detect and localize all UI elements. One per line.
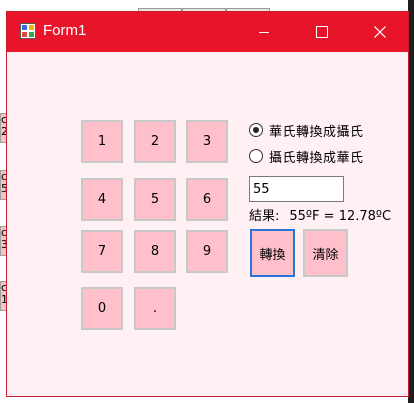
result-text: 結果: 55ºF = 12.78ºC [249, 205, 391, 224]
desktop-edge [408, 0, 414, 403]
maximize-button[interactable] [293, 12, 351, 52]
key-dot-button[interactable]: . [134, 287, 176, 330]
temperature-input[interactable] [249, 176, 344, 202]
key-2-button[interactable]: 2 [134, 120, 176, 163]
key-6-button[interactable]: 6 [186, 178, 228, 221]
key-5-button[interactable]: 5 [134, 178, 176, 221]
close-button[interactable] [351, 12, 409, 52]
key-8-button[interactable]: 8 [134, 230, 176, 273]
close-icon [374, 26, 386, 38]
radio-unchecked-icon [249, 149, 263, 163]
result-value: 55ºF = 12.78ºC [289, 209, 392, 224]
radio-f-to-c-label: 華氏轉換成攝氏 [269, 124, 364, 140]
convert-button[interactable]: 轉換 [250, 229, 295, 277]
key-7-button[interactable]: 7 [81, 230, 123, 273]
radio-c-to-f-label: 攝氏轉換成華氏 [269, 150, 364, 166]
result-label: 結果: [249, 209, 280, 224]
key-1-button[interactable]: 1 [81, 120, 123, 163]
radio-c-to-f[interactable]: 攝氏轉換成華氏 [249, 146, 364, 166]
maximize-icon [316, 26, 328, 38]
title-bar[interactable]: Form1 [7, 12, 408, 52]
key-3-button[interactable]: 3 [186, 120, 228, 163]
radio-checked-icon [249, 123, 263, 137]
key-4-button[interactable]: 4 [81, 178, 123, 221]
window-title: Form1 [43, 22, 87, 39]
radio-f-to-c[interactable]: 華氏轉換成攝氏 [249, 120, 364, 140]
minimize-button[interactable] [235, 12, 293, 52]
form1-window: Form1 1 2 3 4 5 6 7 8 9 0 . 華氏轉換成攝氏 攝氏轉換… [7, 12, 408, 396]
app-icon [20, 23, 36, 39]
clear-button[interactable]: 清除 [303, 229, 348, 277]
key-0-button[interactable]: 0 [81, 287, 123, 330]
minimize-icon [259, 32, 269, 33]
key-9-button[interactable]: 9 [186, 230, 228, 273]
